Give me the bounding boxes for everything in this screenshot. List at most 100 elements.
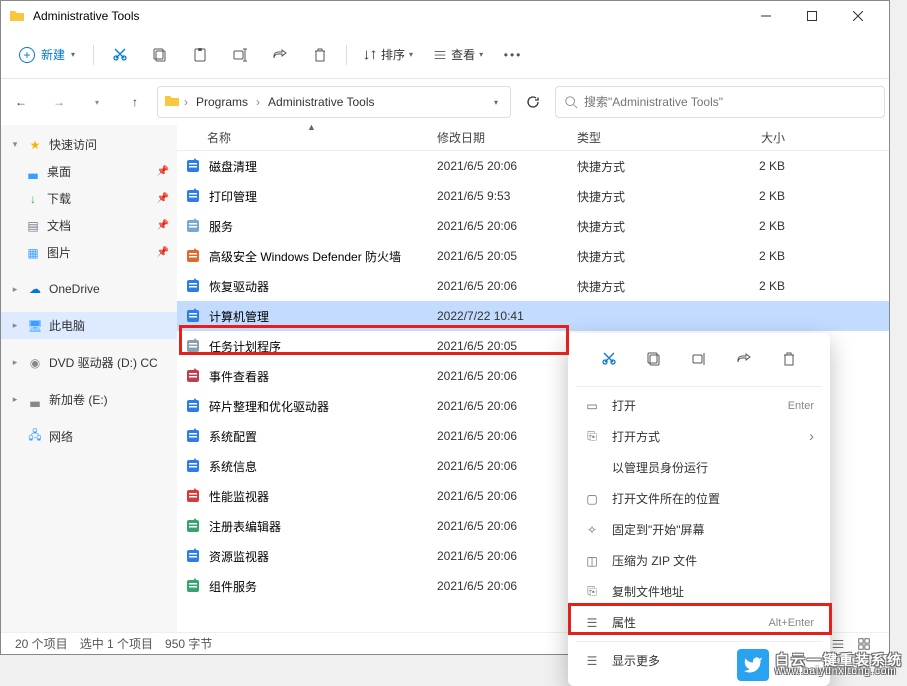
- delete-icon[interactable]: [775, 345, 803, 373]
- file-row[interactable]: 磁盘清理2021/6/5 20:06快捷方式2 KB: [177, 151, 889, 181]
- file-row[interactable]: 打印管理2021/6/5 9:53快捷方式2 KB: [177, 181, 889, 211]
- rename-icon[interactable]: [222, 40, 258, 70]
- copy-icon[interactable]: [142, 40, 178, 70]
- refresh-button[interactable]: [517, 86, 549, 118]
- sidebar-item-onedrive[interactable]: ▸ ☁ OneDrive: [1, 276, 177, 302]
- explorer-window: Administrative Tools + 新建 ▾ 排序 ▾ 查看 ▾: [0, 0, 890, 655]
- file-type: 快捷方式: [577, 218, 717, 235]
- sidebar-item-this-pc[interactable]: ▸ 🖥 此电脑: [1, 312, 177, 339]
- plus-icon: +: [19, 47, 35, 63]
- file-name: 恢复驱动器: [209, 278, 269, 295]
- share-icon[interactable]: [730, 345, 758, 373]
- rename-icon[interactable]: [685, 345, 713, 373]
- new-button[interactable]: + 新建 ▾: [9, 40, 85, 70]
- file-modified: 2021/6/5 20:06: [437, 489, 577, 503]
- cut-icon[interactable]: [102, 40, 138, 70]
- file-row[interactable]: 恢复驱动器2021/6/5 20:06快捷方式2 KB: [177, 271, 889, 301]
- menu-open-location[interactable]: ▢ 打开文件所在的位置: [568, 483, 830, 514]
- file-size: 2 KB: [717, 189, 797, 203]
- search-box[interactable]: [555, 86, 885, 118]
- delete-icon[interactable]: [302, 40, 338, 70]
- file-row[interactable]: 高级安全 Windows Defender 防火墙2021/6/5 20:05快…: [177, 241, 889, 271]
- maximize-button[interactable]: [789, 1, 835, 31]
- file-modified: 2021/6/5 9:53: [437, 189, 577, 203]
- file-name: 资源监视器: [209, 548, 269, 565]
- column-type-header[interactable]: 类型: [577, 129, 717, 146]
- back-button[interactable]: ←: [5, 86, 37, 118]
- breadcrumb-part[interactable]: Administrative Tools: [264, 93, 379, 111]
- chevron-down-icon: ▾: [71, 50, 75, 59]
- menu-copy-path[interactable]: ⎘ 复制文件地址: [568, 576, 830, 607]
- sidebar-item-label: DVD 驱动器 (D:) CC: [49, 354, 169, 371]
- sidebar-item-documents[interactable]: ▤ 文档 📌: [1, 212, 177, 239]
- pin-icon: 📌: [157, 166, 169, 177]
- context-menu: ▭ 打开 Enter ⎘ 打开方式 以管理员身份运行 ▢ 打开文件所在的位置 ✧…: [568, 333, 830, 686]
- address-bar: ← → ▾ ↑ › Programs › Administrative Tool…: [1, 79, 889, 125]
- copy-icon[interactable]: [640, 345, 668, 373]
- close-button[interactable]: [835, 1, 881, 31]
- file-icon: [185, 398, 201, 414]
- sidebar-item-pictures[interactable]: ▦ 图片 📌: [1, 239, 177, 266]
- breadcrumb-dropdown-button[interactable]: ▾: [488, 96, 504, 109]
- file-row[interactable]: 服务2021/6/5 20:06快捷方式2 KB: [177, 211, 889, 241]
- up-button[interactable]: ↑: [119, 86, 151, 118]
- folder-outline-icon: ▢: [584, 492, 600, 506]
- disc-icon: ◉: [27, 355, 43, 371]
- menu-open-with[interactable]: ⎘ 打开方式: [568, 421, 830, 452]
- share-icon[interactable]: [262, 40, 298, 70]
- file-modified: 2022/7/22 10:41: [437, 309, 577, 323]
- window-controls: [743, 1, 881, 31]
- menu-run-admin[interactable]: 以管理员身份运行: [568, 452, 830, 483]
- sidebar-item-desktop[interactable]: ▃ 桌面 📌: [1, 158, 177, 185]
- file-name: 系统配置: [209, 428, 257, 445]
- file-modified: 2021/6/5 20:06: [437, 399, 577, 413]
- expand-icon: ▸: [9, 394, 21, 405]
- sidebar-item-drive-e[interactable]: ▸ ▃ 新加卷 (E:): [1, 386, 177, 413]
- watermark-url: www.baiyunxitong.com: [775, 667, 903, 677]
- status-selected: 选中 1 个项目: [80, 635, 153, 652]
- column-name-header[interactable]: ▲名称: [177, 129, 437, 146]
- sidebar-item-downloads[interactable]: ↓ 下载 📌: [1, 185, 177, 212]
- view-button[interactable]: 查看 ▾: [425, 40, 491, 70]
- sidebar-item-label: 此电脑: [49, 317, 169, 334]
- file-icon: [185, 308, 201, 324]
- status-size: 950 字节: [165, 635, 212, 652]
- file-modified: 2021/6/5 20:05: [437, 339, 577, 353]
- breadcrumb-part[interactable]: Programs: [192, 93, 252, 111]
- more-icon: ☰: [584, 654, 600, 668]
- sidebar-item-network[interactable]: 🖧 网络: [1, 423, 177, 450]
- watermark: 白云一键重装系统 www.baiyunxitong.com: [737, 649, 903, 681]
- column-size-header[interactable]: 大小: [717, 129, 797, 146]
- menu-pin-start[interactable]: ✧ 固定到"开始"屏幕: [568, 514, 830, 545]
- menu-compress-zip[interactable]: ◫ 压缩为 ZIP 文件: [568, 545, 830, 576]
- sidebar-item-dvd[interactable]: ▸ ◉ DVD 驱动器 (D:) CC: [1, 349, 177, 376]
- file-name: 打印管理: [209, 188, 257, 205]
- breadcrumb[interactable]: › Programs › Administrative Tools ▾: [157, 86, 511, 118]
- search-icon: [564, 95, 578, 109]
- recent-button[interactable]: ▾: [81, 86, 113, 118]
- minimize-button[interactable]: [743, 1, 789, 31]
- more-button[interactable]: •••: [495, 40, 531, 70]
- cut-icon[interactable]: [595, 345, 623, 373]
- watermark-title: 白云一键重装系统: [775, 653, 903, 667]
- file-type: 快捷方式: [577, 278, 717, 295]
- menu-open[interactable]: ▭ 打开 Enter: [568, 390, 830, 421]
- sidebar-item-label: 下载: [47, 190, 151, 207]
- star-icon: ★: [27, 137, 43, 153]
- search-input[interactable]: [584, 95, 876, 109]
- file-icon: [185, 488, 201, 504]
- file-size: 2 KB: [717, 279, 797, 293]
- network-icon: 🖧: [27, 429, 43, 445]
- menu-properties[interactable]: ☰ 属性 Alt+Enter: [568, 607, 830, 638]
- cloud-icon: ☁: [27, 281, 43, 297]
- sidebar-item-label: 快速访问: [49, 136, 169, 153]
- file-row[interactable]: 计算机管理2022/7/22 10:41: [177, 301, 889, 331]
- forward-button[interactable]: →: [43, 86, 75, 118]
- sort-button[interactable]: 排序 ▾: [355, 40, 421, 70]
- column-modified-header[interactable]: 修改日期: [437, 129, 577, 146]
- sidebar-item-quick-access[interactable]: ▾ ★ 快速访问: [1, 131, 177, 158]
- file-name: 事件查看器: [209, 368, 269, 385]
- paste-icon[interactable]: [182, 40, 218, 70]
- file-modified: 2021/6/5 20:06: [437, 159, 577, 173]
- chevron-down-icon: ▾: [409, 50, 413, 59]
